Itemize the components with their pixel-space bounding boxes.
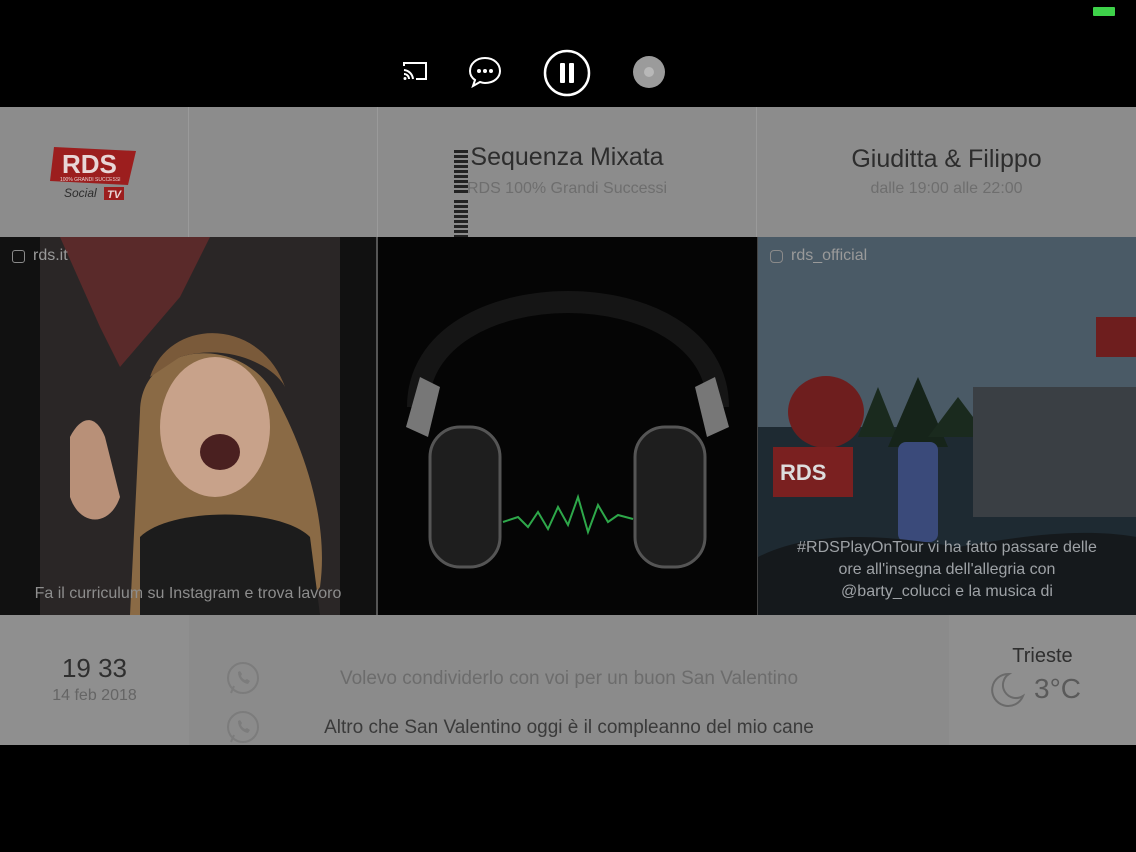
user-avatar[interactable]	[633, 56, 665, 88]
weather-widget: Trieste 3°C	[949, 615, 1136, 745]
media-grid: rds.it Fa il curriculum su Instagram e t…	[0, 237, 1136, 615]
news-icon	[12, 249, 25, 263]
svg-text:100% GRANDI SUCCESSI: 100% GRANDI SUCCESSI	[60, 177, 121, 183]
svg-text:RDS: RDS	[780, 460, 826, 485]
svg-text:RDS: RDS	[62, 149, 117, 179]
tile-caption: Fa il curriculum su Instagram e trova la…	[34, 585, 342, 602]
chat-bubble-icon[interactable]	[468, 56, 502, 88]
weather-city: Trieste	[1012, 645, 1073, 667]
tile-source-label: rds.it	[33, 247, 68, 264]
message-ticker: Volevo condividerlo con voi per un buon …	[189, 615, 949, 745]
media-tile-headphones[interactable]	[378, 237, 757, 615]
media-tile-news[interactable]: rds.it Fa il curriculum su Instagram e t…	[0, 237, 378, 615]
player-controls	[0, 48, 1136, 97]
now-playing-title: Sequenza Mixata	[470, 143, 664, 171]
info-bar: 19 33 14 feb 2018 Volevo condividerlo co…	[0, 615, 1136, 745]
equalizer-cell	[189, 107, 468, 243]
weather-temperature: 3°C	[1034, 673, 1081, 704]
clock-date: 14 feb 2018	[52, 687, 137, 704]
media-tile-instagram[interactable]: RDS rds_official #RDSPlayOnTour vi ha fa…	[757, 237, 1136, 615]
headphones-image	[406, 291, 729, 569]
tile-source: rds_official	[770, 247, 867, 265]
logo-cell: RDS 100% GRANDI SUCCESSI Social TV	[0, 107, 189, 237]
message-item: Altro che San Valentino oggi è il comple…	[189, 711, 949, 745]
svg-text:Social: Social	[64, 186, 97, 200]
avatar-icon	[644, 67, 654, 77]
main-panel: RDS 100% GRANDI SUCCESSI Social TV Seque…	[0, 107, 1136, 745]
message-text: Altro che San Valentino oggi è il comple…	[324, 717, 814, 738]
battery-indicator	[1093, 7, 1115, 16]
message-text: Volevo condividerlo con voi per un buon …	[339, 668, 799, 689]
svg-text:TV: TV	[107, 189, 123, 201]
video-still-image	[0, 237, 376, 615]
host-schedule: dalle 19:00 alle 22:00	[870, 180, 1023, 197]
pause-button[interactable]	[543, 49, 591, 97]
caption-line: @barty_colucci e la musica di	[841, 583, 1053, 600]
pause-icon	[543, 49, 591, 97]
host-cell: Giuditta & Filippo dalle 19:00 alle 22:0…	[757, 107, 1136, 237]
caption-line: #RDSPlayOnTour vi ha fatto passare delle	[797, 539, 1097, 556]
cast-icon[interactable]	[400, 58, 430, 84]
whatsapp-icon	[227, 711, 259, 743]
tile-caption: #RDSPlayOnTour vi ha fatto passare delle…	[758, 537, 1136, 603]
host-title: Giuditta & Filippo	[851, 145, 1042, 173]
rds-social-tv-logo: RDS 100% GRANDI SUCCESSI Social TV	[50, 147, 136, 201]
message-item: Volevo condividerlo con voi per un buon …	[189, 661, 949, 697]
moon-icon	[991, 672, 1026, 707]
tile-source-label: rds_official	[791, 247, 868, 264]
tile-source: rds.it	[12, 247, 68, 265]
header-bar: RDS 100% GRANDI SUCCESSI Social TV Seque…	[0, 107, 1136, 243]
instagram-icon	[770, 249, 783, 263]
caption-line: ore all'insegna dell'allegria con	[838, 561, 1056, 578]
clock-time: 19 33	[61, 653, 128, 683]
now-playing-subtitle: RDS 100% Grandi Successi	[466, 180, 668, 197]
now-playing-cell: Sequenza Mixata RDS 100% Grandi Successi	[378, 107, 757, 237]
whatsapp-icon	[227, 662, 259, 694]
